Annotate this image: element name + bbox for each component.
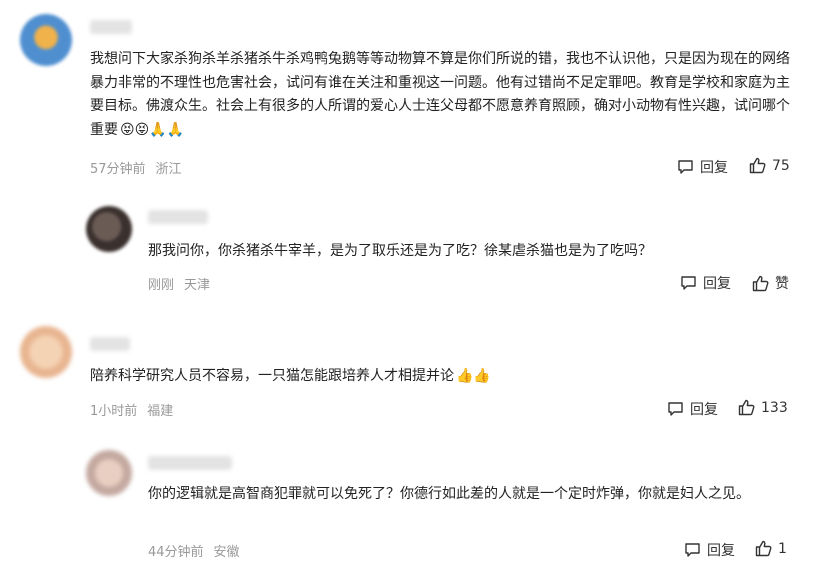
comment-time: 44分钟前 [148, 545, 204, 560]
thumb-up-icon [755, 540, 772, 557]
comment-text: 那我问你，你杀猪杀牛宰羊，是为了取乐还是为了吃？徐某虐杀猫也是为了吃吗？ [148, 243, 652, 259]
thumb-up-icon [749, 157, 766, 174]
comment-meta: 刚刚 天津 [148, 274, 210, 293]
username[interactable] [90, 337, 130, 351]
like-button[interactable]: 133 [738, 399, 788, 416]
comment-location: 天津 [184, 278, 211, 293]
emoji: 😝😝🙏🙏 [120, 121, 185, 138]
comment-time: 57分钟前 [90, 162, 146, 177]
like-button[interactable]: 75 [749, 157, 790, 174]
comment-icon [668, 402, 683, 416]
like-count: 75 [772, 157, 790, 174]
emoji: 👍👍 [456, 368, 491, 384]
comment-text: 你的逻辑就是高智商犯罪就可以免死了？你德行如此差的人就是一个定时炸弹，你就是妇人… [148, 486, 750, 502]
comment-icon [685, 543, 700, 557]
thumb-up-icon [738, 399, 755, 416]
avatar[interactable] [86, 206, 132, 252]
reply-button[interactable]: 回复 [680, 273, 731, 293]
username[interactable] [148, 456, 232, 470]
comment-time: 刚刚 [148, 278, 175, 293]
comment-meta: 1小时前 福建 [90, 400, 173, 419]
comment-text: 我想问下大家杀狗杀羊杀猪杀牛杀鸡鸭兔鹅等等动物算不算是你们所说的错，我也不认识他… [90, 48, 790, 142]
reply-label: 回复 [703, 276, 731, 292]
reply-button[interactable]: 回复 [684, 540, 735, 560]
reply-label: 回复 [690, 402, 718, 418]
avatar[interactable] [86, 450, 132, 496]
like-label: 赞 [775, 276, 789, 292]
like-button[interactable]: 赞 [752, 273, 789, 293]
comment-icon [678, 160, 693, 174]
thumb-up-icon [752, 275, 769, 291]
comment-location: 福建 [147, 404, 174, 419]
reply-label: 回复 [707, 543, 735, 559]
comment-location: 安徽 [213, 545, 240, 560]
like-count: 133 [761, 399, 788, 416]
reply-button[interactable]: 回复 [667, 399, 718, 419]
comment-location: 浙江 [155, 162, 182, 177]
comment-meta: 44分钟前 安徽 [148, 541, 240, 560]
reply-label: 回复 [700, 160, 728, 176]
comment-time: 1小时前 [90, 404, 138, 419]
comment-text: 陪养科学研究人员不容易，一只猫怎能跟培养人才相提并论 👍👍 [90, 365, 790, 389]
avatar[interactable] [20, 326, 72, 378]
username[interactable] [90, 20, 132, 34]
comment-meta: 57分钟前 浙江 [90, 158, 182, 177]
avatar[interactable] [20, 14, 72, 66]
reply-button[interactable]: 回复 [677, 157, 728, 177]
like-count: 1 [778, 540, 787, 557]
comment-icon [681, 276, 696, 290]
username[interactable] [148, 210, 208, 224]
like-button[interactable]: 1 [755, 540, 787, 557]
